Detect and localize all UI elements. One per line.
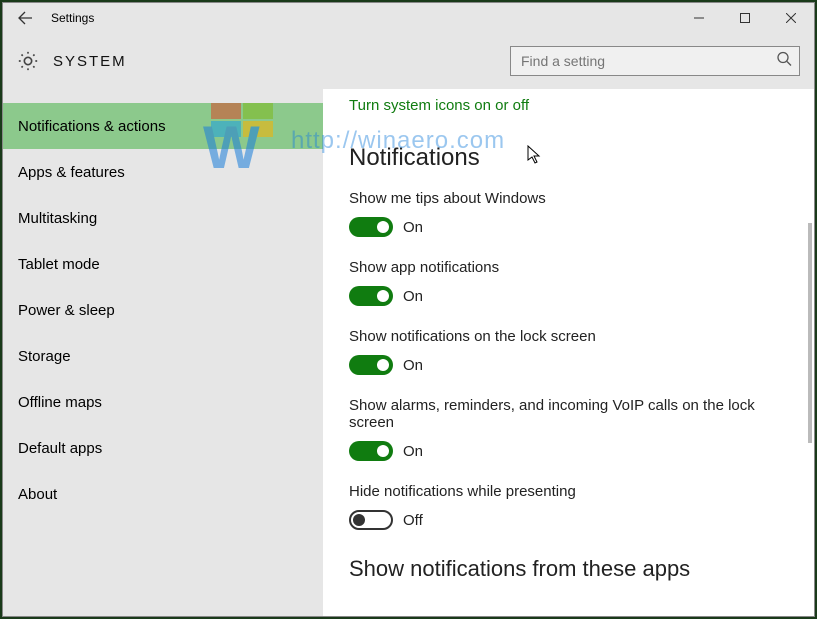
toggle-row: On [349,441,788,461]
scrollbar-vertical[interactable] [808,223,812,443]
sidebar-item-apps-features[interactable]: Apps & features [3,149,323,195]
close-button[interactable] [768,3,814,33]
option-app-notifications: Show app notifications On [349,259,788,306]
sidebar-item-label: Tablet mode [18,256,100,273]
sidebar-item-label: Default apps [18,440,102,457]
toggle-knob [377,445,389,457]
page-title: SYSTEM [53,53,127,70]
sidebar-item-label: About [18,486,57,503]
toggle-hide-presenting[interactable] [349,510,393,530]
header-left: SYSTEM [17,50,127,72]
option-tips: Show me tips about Windows On [349,190,788,237]
sidebar-item-default-apps[interactable]: Default apps [3,425,323,471]
toggle-row: On [349,217,788,237]
body: Notifications & actions Apps & features … [3,89,814,616]
sidebar-item-label: Multitasking [18,210,97,227]
toggle-state: Off [403,512,423,529]
minimize-button[interactable] [676,3,722,33]
option-label: Show app notifications [349,259,788,276]
toggle-state: On [403,357,423,374]
sidebar-item-tablet-mode[interactable]: Tablet mode [3,241,323,287]
sidebar-item-label: Storage [18,348,71,365]
sidebar-item-label: Notifications & actions [18,118,166,135]
back-arrow-icon [17,10,33,26]
section-heading-notifications: Notifications [349,144,788,172]
window-controls [676,3,814,33]
system-icons-link[interactable]: Turn system icons on or off [349,97,529,114]
sidebar-item-multitasking[interactable]: Multitasking [3,195,323,241]
option-label: Hide notifications while presenting [349,483,788,500]
option-label: Show me tips about Windows [349,190,788,207]
main-panel: Turn system icons on or off Notification… [323,89,814,616]
toggle-state: On [403,443,423,460]
sidebar-item-label: Power & sleep [18,302,115,319]
titlebar: Settings [3,3,814,33]
toggle-knob [377,359,389,371]
toggle-alarms-voip[interactable] [349,441,393,461]
sidebar-item-cutoff [3,89,323,103]
gear-icon [17,50,39,72]
section-heading-apps: Show notifications from these apps [349,556,788,582]
sidebar: Notifications & actions Apps & features … [3,89,323,616]
sidebar-item-power-sleep[interactable]: Power & sleep [3,287,323,333]
sidebar-item-label: Apps & features [18,164,125,181]
sidebar-item-storage[interactable]: Storage [3,333,323,379]
option-alarms-voip: Show alarms, reminders, and incoming VoI… [349,397,788,461]
option-lock-screen: Show notifications on the lock screen On [349,328,788,375]
option-label: Show alarms, reminders, and incoming VoI… [349,397,788,431]
sidebar-item-notifications-actions[interactable]: Notifications & actions [3,103,323,149]
option-label: Show notifications on the lock screen [349,328,788,345]
minimize-icon [694,13,704,23]
search-icon [776,51,792,72]
titlebar-left: Settings [3,6,94,30]
toggle-row: On [349,355,788,375]
toggle-row: On [349,286,788,306]
header: SYSTEM [3,33,814,89]
search-container [510,46,800,76]
window-title: Settings [51,11,94,25]
toggle-app-notifications[interactable] [349,286,393,306]
option-hide-presenting: Hide notifications while presenting Off [349,483,788,530]
toggle-knob [353,514,365,526]
search-input[interactable] [510,46,800,76]
back-button[interactable] [13,6,37,30]
maximize-button[interactable] [722,3,768,33]
sidebar-item-label: Offline maps [18,394,102,411]
maximize-icon [740,13,750,23]
toggle-tips[interactable] [349,217,393,237]
toggle-state: On [403,219,423,236]
toggle-state: On [403,288,423,305]
close-icon [786,13,796,23]
toggle-knob [377,290,389,302]
sidebar-item-offline-maps[interactable]: Offline maps [3,379,323,425]
toggle-row: Off [349,510,788,530]
sidebar-item-about[interactable]: About [3,471,323,517]
toggle-lock-screen[interactable] [349,355,393,375]
toggle-knob [377,221,389,233]
settings-window: Settings SYSTEM [2,2,815,617]
